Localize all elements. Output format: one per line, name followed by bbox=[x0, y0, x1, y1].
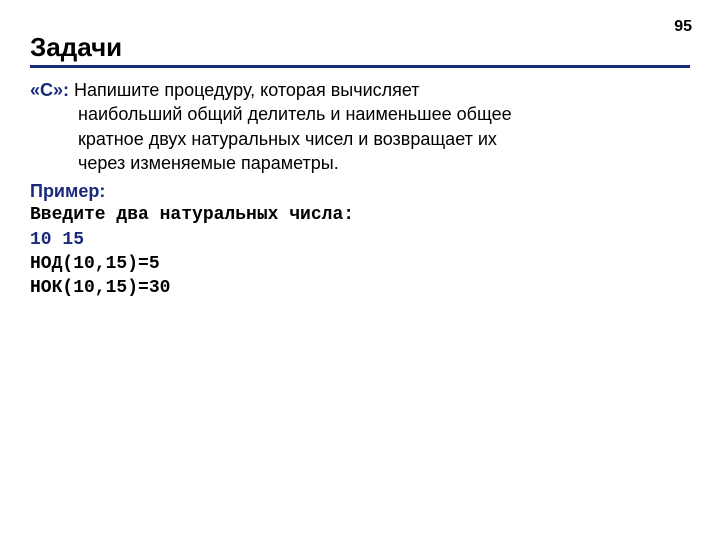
task-line4: через изменяемые параметры. bbox=[30, 151, 690, 175]
page-number: 95 bbox=[674, 18, 692, 36]
example-label-text: Пример: bbox=[30, 181, 105, 201]
example-output2: НОК(10,15)=30 bbox=[30, 276, 690, 300]
task-line1: Напишите процедуру, которая вычисляет bbox=[69, 80, 420, 100]
slide-title: Задачи bbox=[30, 32, 690, 63]
task-label: «C»: bbox=[30, 80, 69, 100]
example-prompt: Введите два натуральных числа: bbox=[30, 203, 690, 227]
task-block: «C»: Напишите процедуру, которая вычисля… bbox=[30, 78, 690, 175]
task-line2: наибольший общий делитель и наименьшее о… bbox=[30, 102, 690, 126]
content-area: «C»: Напишите процедуру, которая вычисля… bbox=[30, 78, 690, 301]
example-label: Пример: bbox=[30, 179, 690, 203]
task-line3: кратное двух натуральных чисел и возвращ… bbox=[30, 127, 690, 151]
example-output1: НОД(10,15)=5 bbox=[30, 252, 690, 276]
example-input: 10 15 bbox=[30, 228, 690, 252]
title-underline bbox=[30, 65, 690, 68]
